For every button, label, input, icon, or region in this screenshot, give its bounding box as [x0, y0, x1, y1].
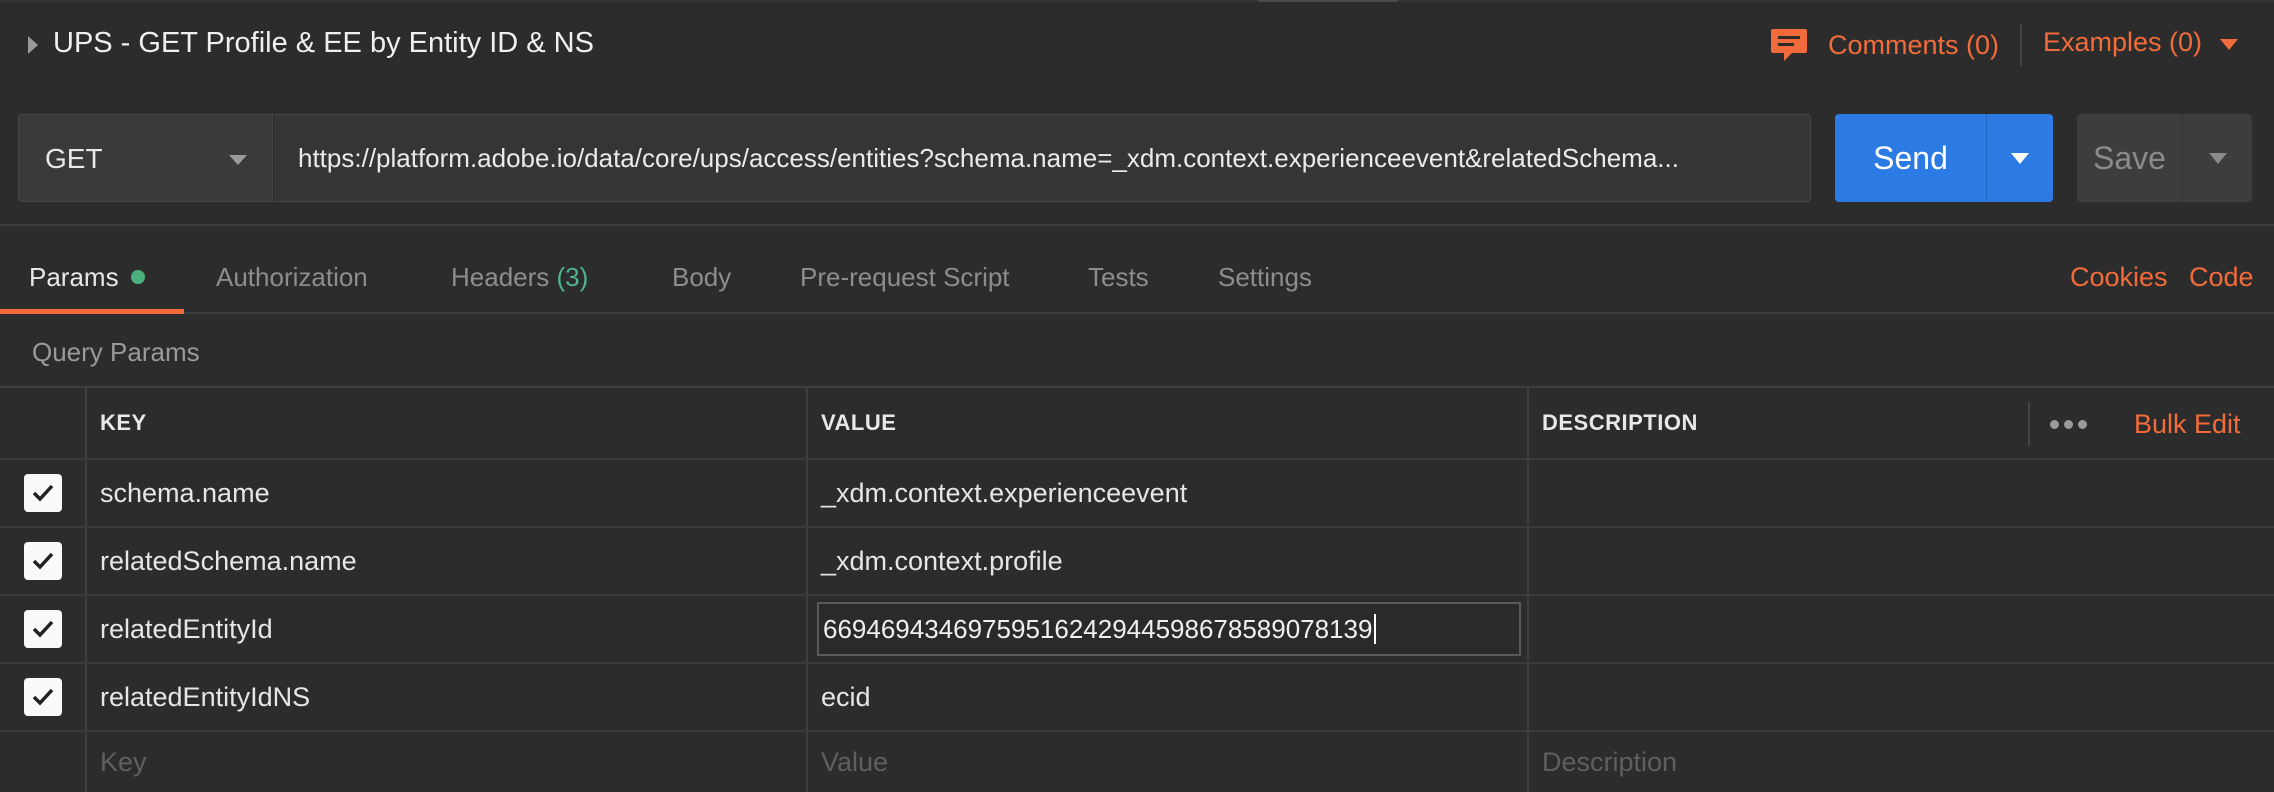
- tab-prerequest-script[interactable]: Pre-request Script: [800, 262, 1010, 293]
- row-enabled-checkbox[interactable]: [24, 542, 62, 580]
- comments-button[interactable]: Comments (0): [1770, 27, 1999, 63]
- row-enabled-checkbox[interactable]: [24, 474, 62, 512]
- checkmark-icon: [32, 620, 54, 638]
- param-value-input[interactable]: _xdm.context.profile: [807, 528, 1528, 594]
- url-text: https://platform.adobe.io/data/core/ups/…: [298, 142, 1679, 173]
- save-button[interactable]: Save: [2077, 114, 2252, 202]
- text-cursor: [1374, 614, 1377, 644]
- param-value-text: 66946943469759516242944598678589078139: [823, 613, 1373, 644]
- chevron-down-icon: [229, 155, 247, 165]
- more-dots-icon[interactable]: [2050, 388, 2092, 460]
- chevron-down-icon: [2208, 152, 2227, 164]
- examples-dropdown[interactable]: Examples (0): [2043, 27, 2239, 58]
- new-description-input[interactable]: Description: [1528, 732, 2274, 792]
- bulk-edit-link[interactable]: Bulk Edit: [2134, 388, 2241, 460]
- row-enabled-checkbox[interactable]: [24, 678, 62, 716]
- active-tab-indicator: [0, 309, 184, 314]
- query-params-table: KEY VALUE DESCRIPTION Bulk Edit schema.n…: [0, 386, 2274, 792]
- request-title-bar: UPS - GET Profile & EE by Entity ID & NS…: [0, 0, 2274, 94]
- chevron-down-icon: [2220, 39, 2239, 50]
- tab-tests[interactable]: Tests: [1088, 262, 1149, 293]
- table-row-new: Key Value Description: [0, 732, 2274, 792]
- param-description-input[interactable]: [1528, 460, 2274, 526]
- param-value-input[interactable]: ecid: [807, 664, 1528, 730]
- table-row: relatedEntityIdNS ecid: [0, 664, 2274, 732]
- comments-label: Comments (0): [1828, 29, 2000, 60]
- param-key-input[interactable]: relatedEntityIdNS: [86, 664, 807, 730]
- tab-params[interactable]: Params: [29, 262, 145, 293]
- status-dot-icon: [130, 270, 145, 284]
- request-title[interactable]: UPS - GET Profile & EE by Entity ID & NS: [53, 27, 594, 60]
- tab-settings[interactable]: Settings: [1218, 262, 1312, 293]
- headers-count-badge: (3): [556, 262, 589, 292]
- examples-label: Examples (0): [2043, 27, 2203, 57]
- send-options-dropdown[interactable]: [1987, 114, 2053, 202]
- tab-params-label: Params: [29, 262, 119, 292]
- code-link[interactable]: Code: [2189, 262, 2254, 293]
- param-key-input[interactable]: relatedSchema.name: [86, 528, 807, 594]
- tab-headers[interactable]: Headers (3): [451, 262, 588, 293]
- request-bar: GET https://platform.adobe.io/data/core/…: [0, 94, 2274, 226]
- cookies-link[interactable]: Cookies: [2070, 262, 2168, 293]
- method-label: GET: [45, 143, 103, 174]
- table-row: relatedSchema.name _xdm.context.profile: [0, 528, 2274, 596]
- param-description-input[interactable]: [1528, 664, 2274, 730]
- table-row: schema.name _xdm.context.experienceevent: [0, 460, 2274, 528]
- send-label: Send: [1835, 114, 1987, 202]
- comment-icon: [1771, 29, 1807, 61]
- save-options-dropdown[interactable]: [2183, 114, 2252, 202]
- chevron-down-icon: [2011, 152, 2029, 164]
- checkmark-icon: [32, 688, 54, 706]
- param-description-input[interactable]: [1528, 596, 2274, 662]
- send-button[interactable]: Send: [1835, 114, 2053, 202]
- table-row: relatedEntityId 669469434697595162429445…: [0, 596, 2274, 664]
- row-enabled-checkbox[interactable]: [24, 610, 62, 648]
- query-params-title: Query Params: [32, 337, 200, 367]
- divider: [2020, 24, 2022, 66]
- param-value-input[interactable]: _xdm.context.experienceevent: [807, 460, 1528, 526]
- checkmark-icon: [32, 552, 54, 570]
- param-value-input-active[interactable]: 66946943469759516242944598678589078139: [817, 602, 1521, 656]
- param-key-input[interactable]: relatedEntityId: [86, 596, 807, 662]
- column-header-key: KEY: [100, 410, 147, 435]
- column-header-value: VALUE: [821, 410, 897, 435]
- tab-headers-label: Headers: [451, 262, 550, 292]
- tab-body[interactable]: Body: [672, 262, 731, 293]
- method-select[interactable]: GET: [18, 114, 273, 202]
- table-header-row: KEY VALUE DESCRIPTION Bulk Edit: [0, 388, 2274, 460]
- caret-right-icon[interactable]: [28, 36, 38, 54]
- new-value-input[interactable]: Value: [807, 732, 1528, 792]
- checkmark-icon: [32, 484, 54, 502]
- save-label: Save: [2077, 114, 2183, 202]
- divider: [2028, 402, 2030, 446]
- tab-authorization[interactable]: Authorization: [216, 262, 368, 293]
- param-description-input[interactable]: [1528, 528, 2274, 594]
- new-key-input[interactable]: Key: [86, 732, 807, 792]
- request-tabs: Params Authorization Headers (3) Body Pr…: [0, 228, 2274, 314]
- param-key-input[interactable]: schema.name: [86, 460, 807, 526]
- url-input[interactable]: https://platform.adobe.io/data/core/ups/…: [273, 114, 1811, 202]
